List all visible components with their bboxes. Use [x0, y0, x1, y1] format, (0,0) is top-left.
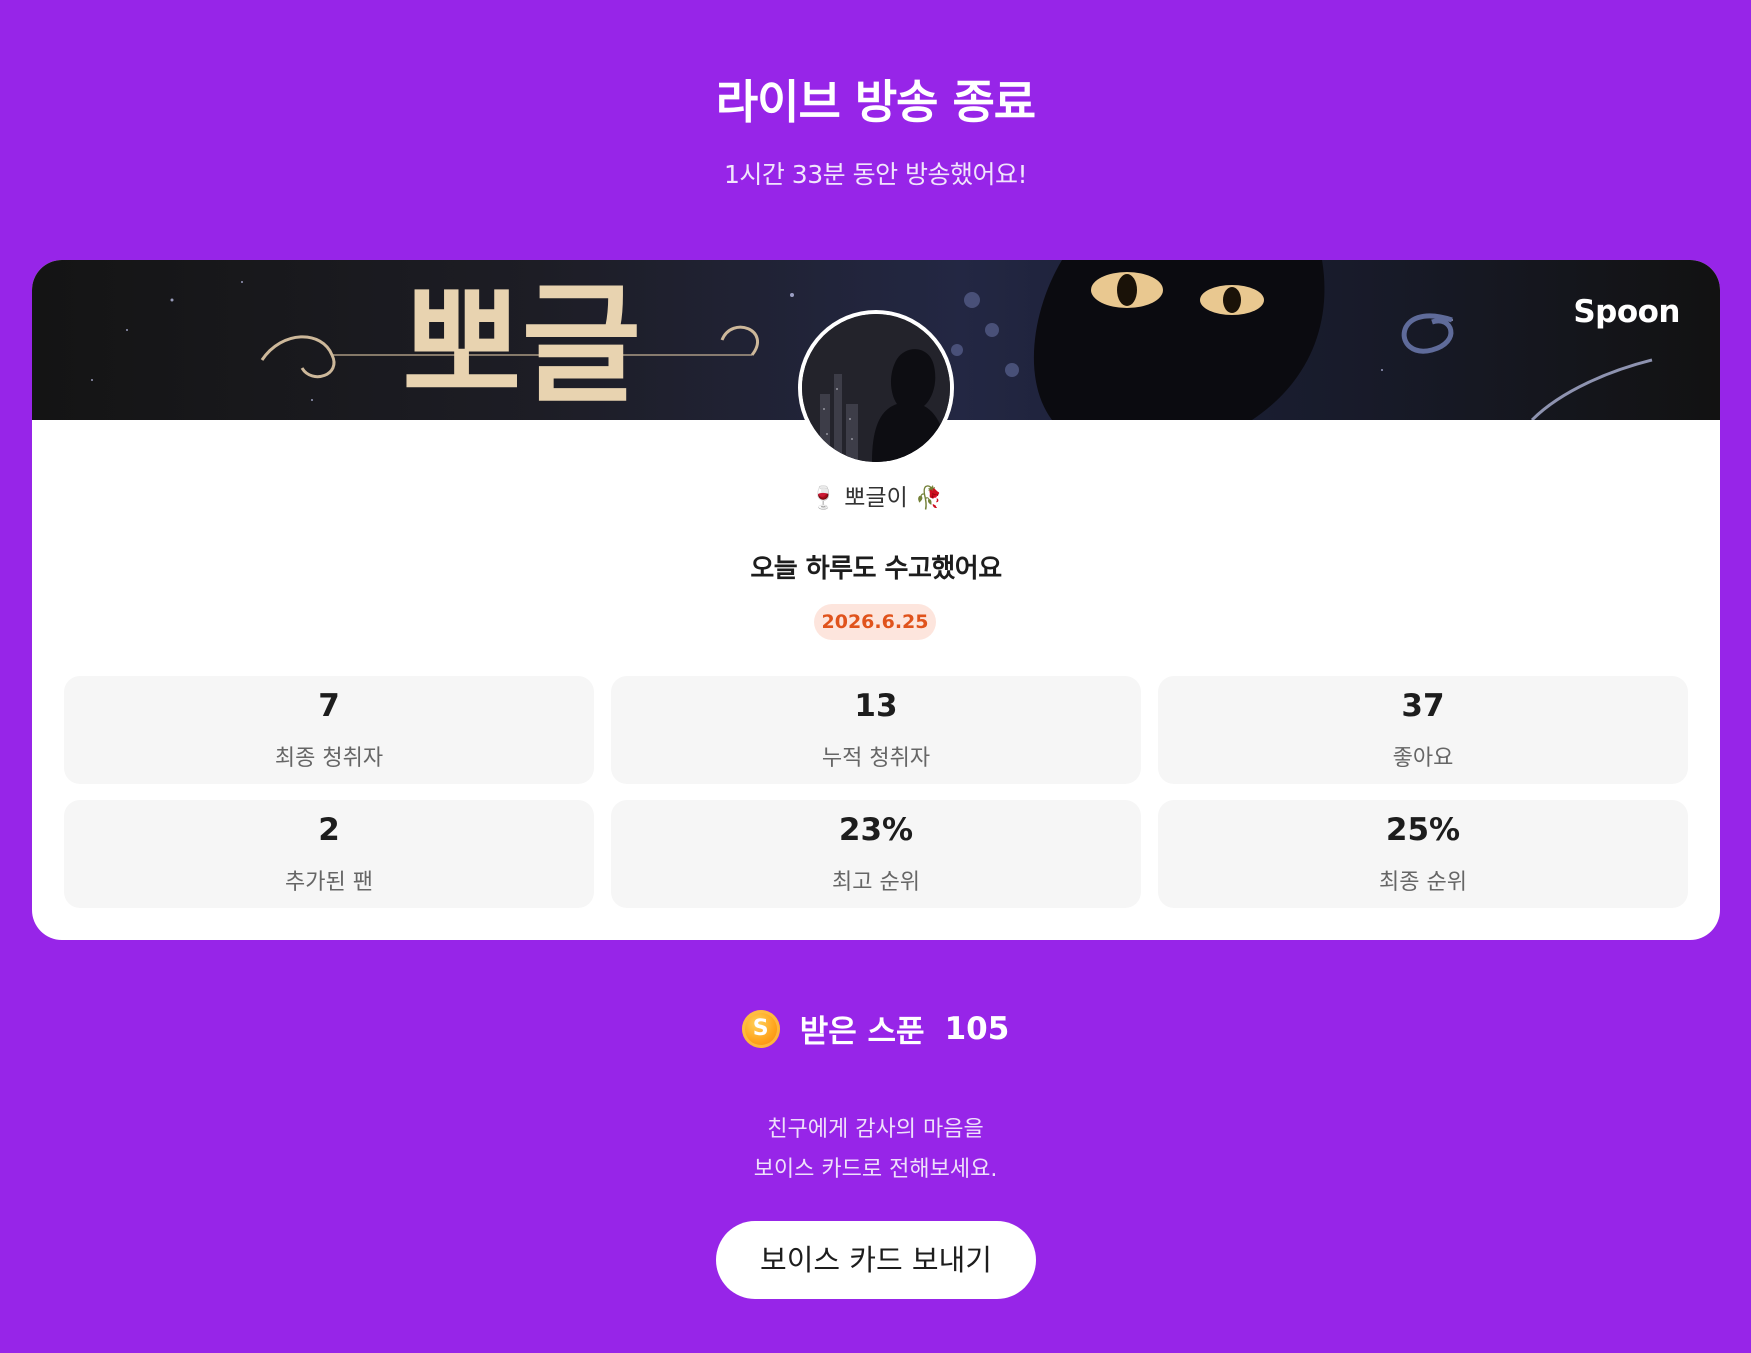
stat-label: 최종 순위: [1379, 870, 1467, 895]
stat-final-listeners: 7 최종 청취자: [64, 676, 594, 784]
stat-value: 25%: [1385, 812, 1461, 848]
stat-label: 좋아요: [1392, 746, 1454, 771]
broadcast-summary-card: 뽀글 Spoon 🍷 뽀글이 🥀 오늘 하루도 수고했어요 2026.6.25 …: [32, 260, 1720, 940]
stat-likes: 37 좋아요: [1158, 676, 1688, 784]
send-voice-card-button[interactable]: 보이스 카드 보내기: [716, 1221, 1036, 1299]
stat-label: 누적 청취자: [821, 746, 931, 771]
stat-total-listeners: 13 누적 청취자: [611, 676, 1141, 784]
avatar: [798, 310, 954, 466]
nickname-text: 뽀글이: [844, 485, 908, 511]
wine-glass-icon: 🍷: [809, 486, 837, 511]
thanks-message: 친구에게 감사의 마음을 보이스 카드로 전해보세요.: [0, 1110, 1751, 1190]
page-title: 라이브 방송 종료: [715, 75, 1036, 129]
stat-new-fans: 2 추가된 팬: [64, 800, 594, 908]
stat-value: 13: [854, 688, 898, 724]
broadcast-duration: 1시간 33분 동안 방송했어요!: [723, 160, 1028, 189]
stat-value: 37: [1401, 688, 1445, 724]
thanks-line-2: 보이스 카드로 전해보세요.: [753, 1157, 998, 1182]
received-spoons-label: 받은 스푼: [799, 1014, 925, 1050]
stat-final-rank: 25% 최종 순위: [1158, 800, 1688, 908]
stat-value: 23%: [838, 812, 914, 848]
date-badge: 2026.6.25: [814, 604, 936, 640]
thanks-line-1: 친구에게 감사의 마음을: [767, 1117, 984, 1142]
spoon-coin-icon: S: [741, 1009, 780, 1048]
avatar-image: [802, 314, 950, 462]
received-spoons-count: 105: [944, 1010, 1010, 1047]
stat-best-rank: 23% 최고 순위: [611, 800, 1141, 908]
stat-value: 2: [318, 812, 340, 848]
closing-message: 오늘 하루도 수고했어요: [750, 554, 1002, 584]
stat-label: 최종 청취자: [274, 746, 384, 771]
wilted-rose-icon: 🥀: [915, 486, 943, 511]
stat-label: 추가된 팬: [285, 870, 373, 895]
stat-label: 최고 순위: [832, 870, 920, 895]
spoon-logo: Spoon: [1573, 294, 1680, 330]
stat-value: 7: [318, 688, 340, 724]
received-spoons: S 받은 스푼 105: [0, 1006, 1751, 1050]
nickname: 🍷 뽀글이 🥀: [32, 478, 1720, 512]
banner-title-text: 뽀글: [402, 268, 641, 420]
